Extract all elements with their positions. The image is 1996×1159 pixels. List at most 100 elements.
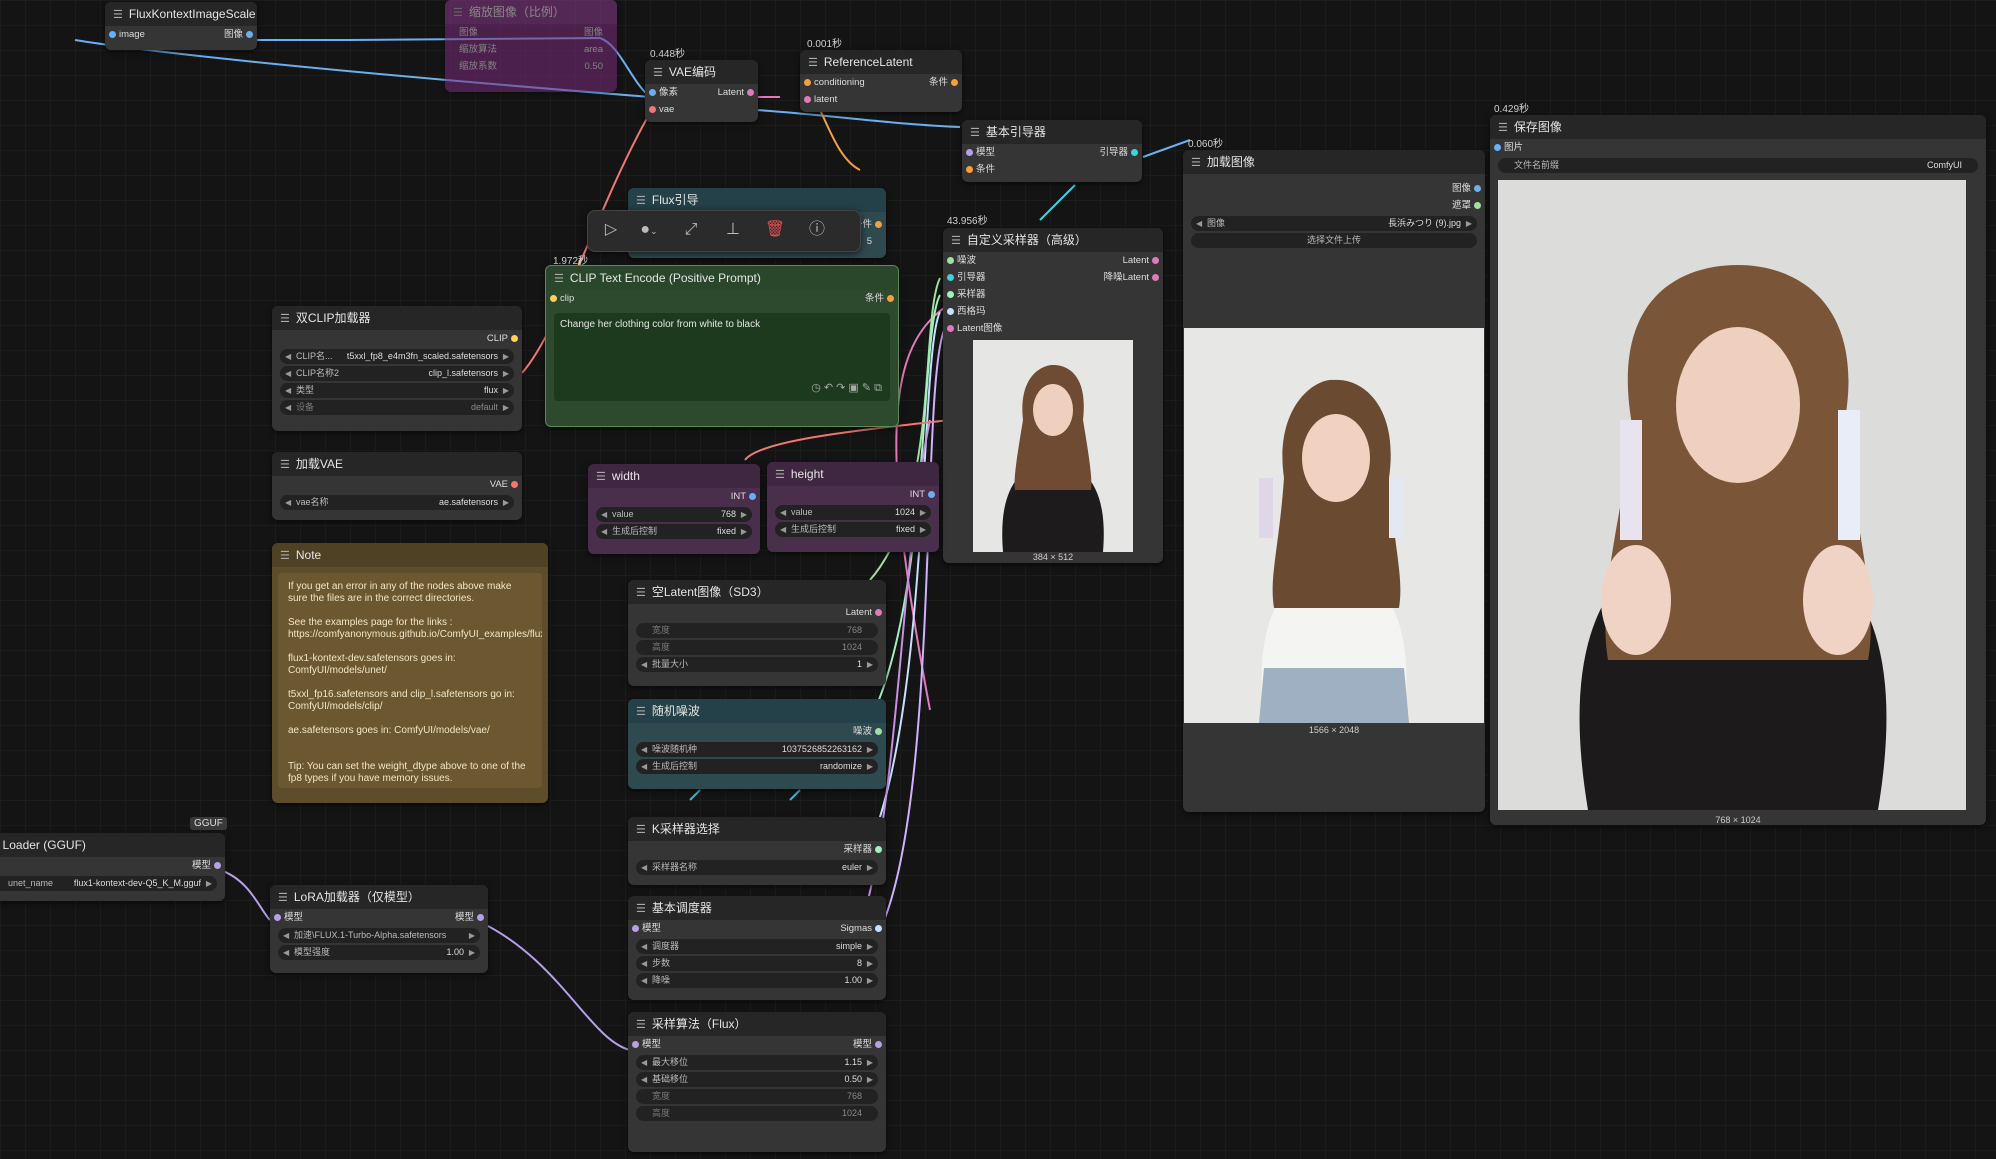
note-node[interactable]: ☰ Note If you get an error in any of the … xyxy=(272,543,548,803)
vae-name-select[interactable]: ◀ vae名称 ae.safetensors ▶ xyxy=(280,495,514,510)
lora-strength-field[interactable]: ◀ 模型强度 1.00 ▶ xyxy=(278,945,480,960)
node-menu-icon[interactable]: ☰ xyxy=(113,9,123,21)
textarea-tools-icons[interactable]: ◷ ↶ ↷ ▣ ✎ ⧉ xyxy=(811,381,882,395)
node-title: Flux引导 xyxy=(651,193,699,207)
output-label: Latent xyxy=(717,87,744,98)
clip-text-encode-node[interactable]: ☰ CLIP Text Encode (Positive Prompt) clip… xyxy=(545,265,899,427)
note-textarea[interactable]: If you get an error in any of the nodes … xyxy=(278,573,542,788)
sampler-name-select[interactable]: ◀ 采样器名称 euler ▶ xyxy=(636,860,878,875)
batch-size-field[interactable]: ◀ 批量大小 1 ▶ xyxy=(636,657,878,672)
unet-loader-gguf-node[interactable]: ☰Unet Loader (GGUF) 模型 unet_nameflux1-ko… xyxy=(0,833,225,901)
noise-control-select[interactable]: ◀ 生成后控制 randomize ▶ xyxy=(636,759,878,774)
output-label: Latent xyxy=(1122,255,1149,266)
sampling-width-field[interactable]: 宽度 768 xyxy=(636,1089,878,1104)
basic-guider-node[interactable]: ☰ 基本引导器 模型 引导器 条件 xyxy=(962,120,1142,182)
widget-value[interactable]: 5 xyxy=(867,233,872,250)
play-icon[interactable]: ▷ xyxy=(598,217,624,243)
vae-encode-node[interactable]: ☰ VAE编码 像素 Latent vae xyxy=(645,60,758,122)
node-title: ReferenceLatent xyxy=(823,55,913,69)
load-vae-node[interactable]: ☰ 加载VAE VAE ◀ vae名称 ae.safetensors ▶ xyxy=(272,452,522,520)
input-label: vae xyxy=(659,104,675,115)
clip-name-1-select[interactable]: ◀ CLIP名... t5xxl_fp8_e4m3fn_scaled.safeten… xyxy=(280,349,514,364)
pin-icon[interactable]: ⊥ xyxy=(720,217,746,243)
input-label: 噪波 xyxy=(957,255,977,266)
reference-latent-node[interactable]: ☰ ReferenceLatent conditioning 条件 latent xyxy=(800,50,962,112)
height-value-field[interactable]: ◀ value 1024 ▶ xyxy=(775,505,931,520)
node-title: VAE编码 xyxy=(668,65,716,79)
bypassed-scale-image-node[interactable]: ☰ 缩放图像（比例） 图像 图像 缩放算法 area 缩放系数 0.50 xyxy=(445,0,617,92)
output-label: 采样器 xyxy=(843,844,872,855)
ksampler-select-node[interactable]: ☰ K采样器选择 采样器 ◀ 采样器名称 euler ▶ xyxy=(628,817,886,885)
node-timing: 0.448秒 xyxy=(650,49,686,60)
sampler-preview-image xyxy=(973,340,1133,552)
color-circle-icon[interactable]: ●⌄ xyxy=(636,217,662,243)
input-label: 像素 xyxy=(659,87,679,98)
input-label: 模型 xyxy=(642,1039,662,1050)
input-label: 模型 xyxy=(642,923,662,934)
output-label: 降噪Latent xyxy=(1103,272,1149,283)
input-label: latent xyxy=(814,94,838,105)
width-value-field[interactable]: ◀ value 768 ▶ xyxy=(596,507,752,522)
input-label: clip xyxy=(560,293,575,304)
node-title: Note xyxy=(295,548,322,562)
widget-key: 缩放系数 xyxy=(459,61,498,72)
filename-prefix-field[interactable]: 文件名前缀 ComfyUI xyxy=(1498,158,1978,173)
image-file-select[interactable]: ◀ 图像 長浜みつり (9).jpg ▶ xyxy=(1191,216,1477,231)
latent-height-field[interactable]: 高度 1024 xyxy=(636,640,878,655)
sampling-height-field[interactable]: 高度 1024 xyxy=(636,1106,878,1121)
output-label: INT xyxy=(730,491,746,502)
node-title: LoRA加载器（仅模型） xyxy=(293,890,420,904)
model-sampling-flux-node[interactable]: ☰ 采样算法（Flux） 模型 模型 ◀ 最大移位 1.15 ▶ ◀ 基础移位 0.50 ▶ 宽… xyxy=(628,1012,886,1152)
output-label: 图像 xyxy=(223,29,243,40)
dual-clip-loader-node[interactable]: ☰ 双CLIP加载器 CLIP ◀ CLIP名... t5xxl_fp8_e4m3fn… xyxy=(272,306,522,431)
node-title: height xyxy=(790,467,824,481)
width-primitive-node[interactable]: ☰ width INT ◀ value 768 ▶ ◀ 生成后控制 fixed ▶ xyxy=(588,464,760,554)
clip-device-select[interactable]: ◀ 设备 default ▶ xyxy=(280,400,514,415)
widget-value[interactable]: 0.50 xyxy=(585,58,604,75)
prompt-textarea[interactable]: Change her clothing color from white to … xyxy=(554,313,890,401)
clip-name-2-select[interactable]: ◀ CLIP名称2 clip_l.safetensors ▶ xyxy=(280,366,514,381)
node-title: 加载VAE xyxy=(295,457,343,471)
node-title: 自定义采样器（高级） xyxy=(966,233,1087,247)
max-shift-field[interactable]: ◀ 最大移位 1.15 ▶ xyxy=(636,1055,878,1070)
clip-type-select[interactable]: ◀ 类型 flux ▶ xyxy=(280,383,514,398)
scheduler-select[interactable]: ◀ 调度器 simple ▶ xyxy=(636,939,878,954)
lora-name-select[interactable]: ◀ 加速\FLUX.1-Turbo-Alpha.safetensors ▶ xyxy=(278,928,480,943)
output-label: 模型 xyxy=(454,912,474,923)
basic-scheduler-node[interactable]: ☰ 基本调度器 模型 Sigmas ◀ 调度器 simple ▶ ◀ 步数 8 ▶ ◀ 降噪 1.0… xyxy=(628,896,886,1000)
load-image-node[interactable]: ☰ 加载图像 图像 遮罩 ◀ 图像 長浜みつり (9).jpg ▶ 选择文件上传 156… xyxy=(1183,150,1485,812)
base-shift-field[interactable]: ◀ 基础移位 0.50 ▶ xyxy=(636,1072,878,1087)
node-title: 双CLIP加载器 xyxy=(295,311,371,325)
flux-kontext-image-scale-node[interactable]: ☰ FluxKontextImageScale image 图像 xyxy=(105,2,257,50)
latent-width-field[interactable]: 宽度 768 xyxy=(636,623,878,638)
node-title: 随机噪波 xyxy=(651,704,700,718)
height-control-select[interactable]: ◀ 生成后控制 fixed ▶ xyxy=(775,522,931,537)
unet-name-select[interactable]: unet_name flux1-kontext-dev-Q5_K_M.gguf ▶ xyxy=(0,876,217,891)
lora-loader-node[interactable]: ☰ LoRA加载器（仅模型） 模型 模型 ◀ 加速\FLUX.1-Turbo-Alph… xyxy=(270,885,488,973)
output-label: INT xyxy=(909,489,925,500)
node-timing: 43.956秒 xyxy=(947,216,988,227)
output-slot-dot[interactable] xyxy=(246,31,253,38)
output-label: CLIP xyxy=(486,333,508,344)
help-icon[interactable]: ⓘ xyxy=(804,217,830,243)
steps-field[interactable]: ◀ 步数 8 ▶ xyxy=(636,956,878,971)
output-label: 条件 xyxy=(928,77,948,88)
denoise-field[interactable]: ◀ 降噪 1.00 ▶ xyxy=(636,973,878,988)
bypass-icon[interactable]: ⤢ xyxy=(678,217,704,243)
upload-button[interactable]: 选择文件上传 xyxy=(1191,233,1477,248)
node-title: 保存图像 xyxy=(1513,120,1562,134)
custom-sampler-advanced-node[interactable]: ☰ 自定义采样器（高级） 噪波 Latent 引导器 降噪Latent 采样器 西格玛… xyxy=(943,228,1163,563)
input-label: 引导器 xyxy=(957,272,986,283)
input-slot-dot[interactable] xyxy=(109,31,116,38)
random-noise-node[interactable]: ☰ 随机噪波 噪波 ◀ 噪波随机种 1037526852263162 ▶ ◀ 生成后控制 r… xyxy=(628,699,886,789)
node-timing: 0.429秒 xyxy=(1494,104,1530,115)
delete-icon[interactable]: 🗑 xyxy=(762,217,788,243)
node-title: 加载图像 xyxy=(1206,155,1255,169)
output-label: 条件 xyxy=(864,293,884,304)
width-control-select[interactable]: ◀ 生成后控制 fixed ▶ xyxy=(596,524,752,539)
save-image-node[interactable]: ☰ 保存图像 图片 文件名前缀 ComfyUI 768 × 1024 xyxy=(1490,115,1986,825)
empty-latent-sd3-node[interactable]: ☰ 空Latent图像（SD3） Latent 宽度 768 高度 1024 ◀ 批量大… xyxy=(628,580,886,686)
widget-value[interactable]: area xyxy=(584,41,603,58)
noise-seed-field[interactable]: ◀ 噪波随机种 1037526852263162 ▶ xyxy=(636,742,878,757)
height-primitive-node[interactable]: ☰ height INT ◀ value 1024 ▶ ◀ 生成后控制 fixed ▶ xyxy=(767,462,939,552)
